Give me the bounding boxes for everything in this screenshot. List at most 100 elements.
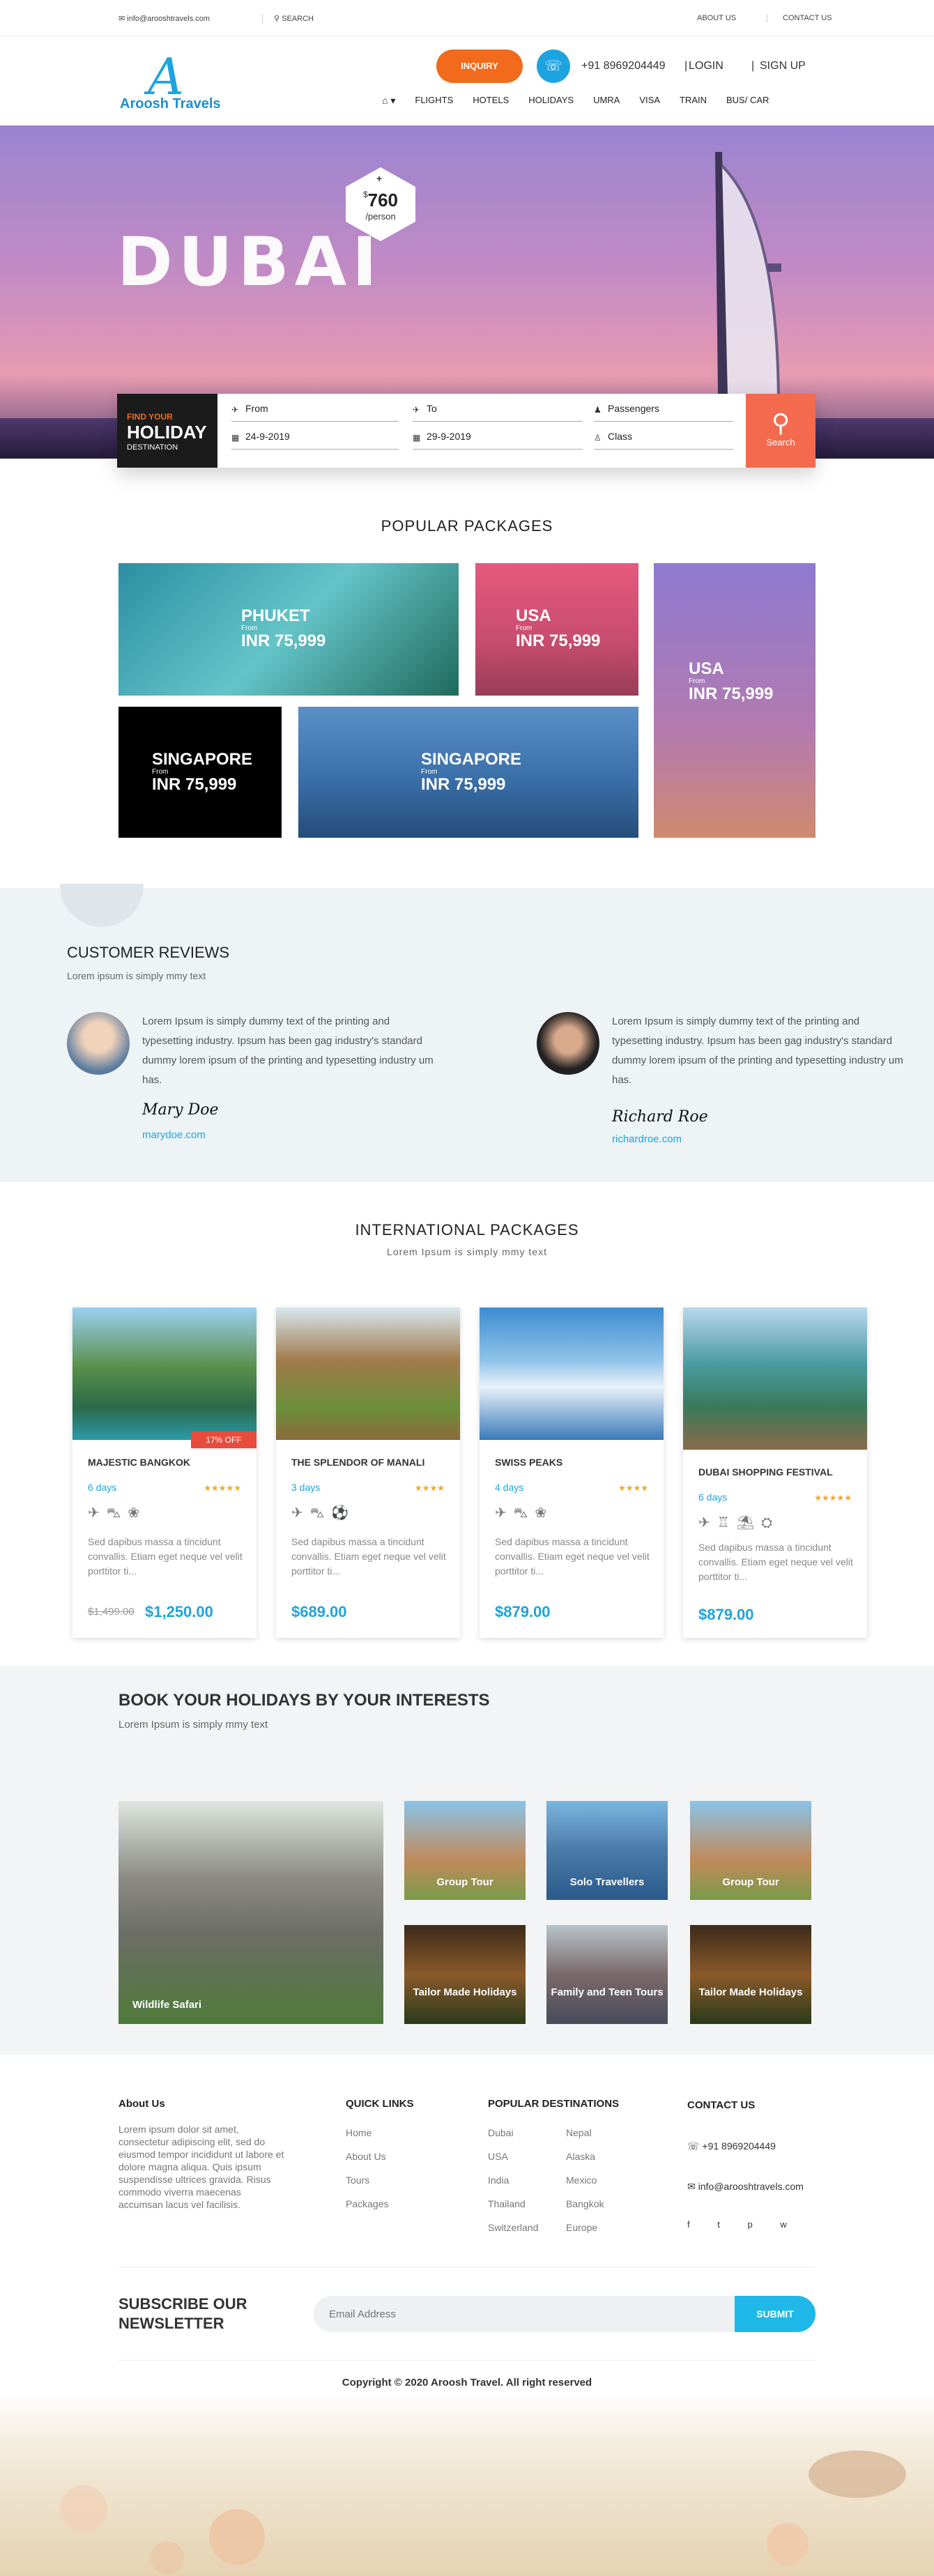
- nav-bus-car[interactable]: BUS/ CAR: [726, 95, 769, 107]
- card-image: [683, 1308, 867, 1450]
- date-to-field[interactable]: ▦ 29-9-2019: [413, 429, 583, 450]
- review-link[interactable]: marydoe.com: [142, 1129, 206, 1141]
- calendar-icon: ▦: [231, 433, 240, 443]
- about-us-link[interactable]: ABOUT US: [697, 14, 736, 22]
- destination-link[interactable]: Dubai: [488, 2127, 538, 2151]
- footer-about-text: Lorem ipsum dolor sit amet, consectetur …: [118, 2124, 284, 2210]
- interests-subtitle: Lorem Ipsum is simply mmy text: [118, 1719, 268, 1731]
- star-rating: ★★★★: [618, 1483, 648, 1493]
- amenity-icons: ✈⛍❀: [88, 1505, 147, 1521]
- passengers-field[interactable]: ♟ Passengers: [594, 401, 733, 422]
- interest-tile-family[interactable]: Family and Teen Tours: [546, 1925, 668, 2024]
- destination-link[interactable]: Mexico: [566, 2175, 604, 2198]
- destination-link[interactable]: Nepal: [566, 2127, 604, 2151]
- site-logo[interactable]: A Aroosh Travels: [120, 47, 224, 117]
- nav-train[interactable]: TRAIN: [680, 95, 707, 107]
- newsletter-submit-button[interactable]: SUBMIT: [735, 2296, 816, 2332]
- nav-holidays[interactable]: HOLIDAYS: [528, 95, 574, 107]
- home-icon[interactable]: ⌂ ▾: [382, 95, 395, 107]
- date-from-field[interactable]: ▦ 24-9-2019: [231, 429, 399, 450]
- star-rating: ★★★★★: [204, 1483, 241, 1493]
- card-days: 4 days: [495, 1482, 524, 1493]
- card-description: Sed dapibus massa a tincidunt convallis.…: [88, 1536, 243, 1577]
- footer-divider: [118, 2360, 816, 2361]
- class-field[interactable]: ♙ Class: [594, 429, 733, 450]
- footer-quick-links: Home About Us Tours Packages: [346, 2127, 388, 2222]
- package-card[interactable]: SWISS PEAKS 4 days ★★★★ ✈⛍❀ Sed dapibus …: [480, 1308, 664, 1638]
- from-field[interactable]: ✈ From: [231, 401, 399, 422]
- package-card[interactable]: THE SPLENDOR OF MANALI 3 days ★★★★ ✈⛍⚽ S…: [276, 1308, 460, 1638]
- card-price: $1,250.00: [145, 1603, 213, 1620]
- to-field[interactable]: ✈ To: [413, 401, 583, 422]
- star-rating: ★★★★: [414, 1483, 445, 1493]
- package-tile-singapore-city[interactable]: SINGAPORE From INR 75,999: [298, 707, 638, 838]
- destination-link[interactable]: Thailand: [488, 2198, 538, 2222]
- destination-link[interactable]: Switzerland: [488, 2222, 538, 2246]
- nav-umra[interactable]: UMRA: [593, 95, 620, 107]
- footer-email[interactable]: ✉ info@arooshtravels.com: [687, 2180, 804, 2193]
- price-amount: 760: [367, 190, 399, 210]
- calendar-icon: ▦: [413, 433, 421, 443]
- footer-link-about[interactable]: About Us: [346, 2151, 388, 2175]
- search-button[interactable]: ⚲ Search: [746, 394, 816, 468]
- card-days: 6 days: [88, 1482, 117, 1493]
- header-phone[interactable]: +91 8969204449: [581, 60, 666, 72]
- review-link[interactable]: richardroe.com: [612, 1133, 682, 1145]
- main-nav: ⌂ ▾ FLIGHTS HOTELS HOLIDAYS UMRA VISA TR…: [382, 95, 788, 107]
- interest-tile-solo[interactable]: Solo Travellers: [546, 1801, 668, 1900]
- interests-title: BOOK YOUR HOLIDAYS BY YOUR INTERESTS: [118, 1691, 490, 1710]
- popular-packages-title: POPULAR PACKAGES: [381, 517, 553, 535]
- amenity-icons: ✈⛍❀: [495, 1505, 554, 1521]
- star-rating: ★★★★★: [814, 1493, 852, 1503]
- footer-about-title: About Us: [118, 2098, 165, 2110]
- destination-link[interactable]: Europe: [566, 2222, 604, 2246]
- top-search-link[interactable]: ⚲ SEARCH: [262, 14, 314, 23]
- amenity-icons: ✈⛍⚽: [291, 1505, 356, 1521]
- nav-visa[interactable]: VISA: [639, 95, 660, 107]
- interest-tile-tailor-made-2[interactable]: Tailor Made Holidays: [690, 1925, 811, 2024]
- footer-link-packages[interactable]: Packages: [346, 2198, 388, 2222]
- footer-destinations-title: POPULAR DESTINATIONS: [488, 2098, 620, 2110]
- card-image: [276, 1308, 460, 1440]
- package-card[interactable]: 17% OFF MAJESTIC BANGKOK 6 days ★★★★★ ✈⛍…: [72, 1308, 257, 1638]
- card-price: $879.00: [495, 1603, 551, 1620]
- card-title: DUBAI SHOPPING FESTIVAL: [698, 1466, 833, 1478]
- signup-link[interactable]: SIGN UP: [760, 60, 806, 72]
- nav-flights[interactable]: FLIGHTS: [415, 95, 453, 107]
- package-tile-singapore[interactable]: SINGAPORE From INR 75,999: [118, 707, 282, 838]
- review-signature: Mary Doe: [142, 1101, 219, 1119]
- package-tile-usa[interactable]: USA From INR 75,999: [475, 563, 638, 696]
- seat-icon: ♙: [594, 433, 602, 443]
- interest-tile-group-tour[interactable]: Group Tour: [404, 1801, 526, 1900]
- beach-sand-image: [0, 2391, 934, 2576]
- package-tile-usa-bridge[interactable]: USA From INR 75,999: [654, 563, 816, 838]
- top-email-link[interactable]: ✉ info@arooshtravels.com: [118, 14, 210, 23]
- nav-hotels[interactable]: HOTELS: [473, 95, 509, 107]
- package-card[interactable]: DUBAI SHOPPING FESTIVAL 6 days ★★★★★ ✈♖⛱…: [683, 1308, 867, 1638]
- reviews-title: CUSTOMER REVIEWS: [67, 944, 230, 961]
- newsletter-email-input[interactable]: [314, 2296, 735, 2332]
- destination-link[interactable]: Bangkok: [566, 2198, 604, 2222]
- inquiry-button[interactable]: INQUIRY: [436, 49, 523, 83]
- footer-link-tours[interactable]: Tours: [346, 2175, 388, 2198]
- contact-us-link[interactable]: CONTACT US: [767, 14, 832, 22]
- interest-tile-tailor-made[interactable]: Tailor Made Holidays: [404, 1925, 526, 2024]
- social-icons[interactable]: f t p w: [687, 2219, 799, 2230]
- newsletter-title: SUBSCRIBE OUR NEWSLETTER: [118, 2295, 247, 2332]
- interest-tile-group-tour-2[interactable]: Group Tour: [690, 1801, 811, 1900]
- international-packages-title: INTERNATIONAL PACKAGES: [355, 1221, 579, 1239]
- phone-icon[interactable]: ☏: [537, 49, 570, 83]
- footer-phone[interactable]: ☏ +91 8969204449: [687, 2140, 776, 2152]
- footer-link-home[interactable]: Home: [346, 2127, 388, 2151]
- package-tile-phuket[interactable]: PHUKET From INR 75,999: [118, 563, 459, 696]
- destination-link[interactable]: USA: [488, 2151, 538, 2175]
- footer-destinations-col2: Nepal Alaska Mexico Bangkok Europe: [566, 2127, 604, 2246]
- old-price: $1,499.00: [88, 1606, 135, 1618]
- footer-contact-title: CONTACT US: [687, 2099, 756, 2111]
- login-link[interactable]: LOGIN: [689, 60, 724, 72]
- destination-link[interactable]: Alaska: [566, 2151, 604, 2175]
- interest-tile-wildlife[interactable]: Wildlife Safari: [118, 1801, 383, 2024]
- review-text: Lorem Ipsum is simply dummy text of the …: [612, 1015, 903, 1086]
- card-description: Sed dapibus massa a tincidunt convallis.…: [495, 1536, 650, 1577]
- destination-link[interactable]: India: [488, 2175, 538, 2198]
